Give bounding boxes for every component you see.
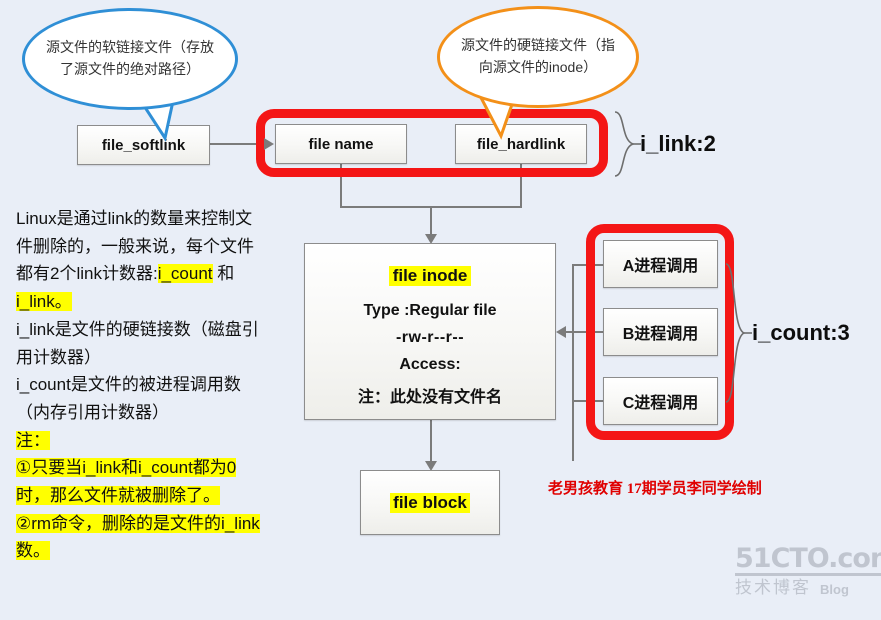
hardlink-callout-text: 源文件的硬链接文件（指向源文件的inode）: [461, 37, 615, 75]
note-2-text-b: 数。: [16, 541, 50, 561]
node-file-inode[interactable]: file inode Type :Regular file -rw-r--r--…: [304, 243, 556, 420]
watermark-cn: 技术博客: [735, 578, 811, 597]
note-2-line-a: ②rm命令，删除的是文件的i_link: [16, 510, 316, 538]
note-2-text-a: ②rm命令，删除的是文件的i_link: [16, 513, 260, 533]
explanation-line-4: i_link。: [16, 288, 316, 316]
softlink-callout-text: 源文件的软链接文件（存放了源文件的绝对路径）: [46, 39, 214, 77]
inline-i-count-highlight: i_count: [157, 264, 213, 284]
explanation-line-2: 件删除的，一般来说，每个文件: [16, 236, 254, 256]
note-1-text-a: ①只要当i_link和i_count都为0: [16, 458, 237, 478]
node-process-b-label: B进程调用: [622, 326, 699, 343]
node-file-name-label: file name: [308, 135, 374, 153]
note-label-line: 注：: [16, 427, 316, 455]
inode-type-line: Type :Regular file: [363, 302, 497, 319]
hardlink-callout: 源文件的硬链接文件（指向源文件的inode）: [437, 6, 639, 108]
i-count-brace: [725, 263, 752, 403]
explanation-text: Linux是通过link的数量来控制文 件删除的，一般来说，每个文件 都有2个l…: [16, 205, 316, 565]
note-1-line-a: ①只要当i_link和i_count都为0: [16, 454, 316, 482]
explanation-line-7: i_count是文件的被进程调用数: [16, 375, 241, 395]
diagram-canvas: 源文件的软链接文件（存放了源文件的绝对路径） 源文件的硬链接文件（指向源文件的i…: [0, 0, 881, 620]
explanation-line-8: （内存引用计数器）: [16, 402, 169, 422]
inode-title: file inode: [388, 266, 472, 286]
node-process-a[interactable]: A进程调用: [603, 240, 718, 288]
credit-text: 老男孩教育 17期学员李同学绘制: [548, 481, 762, 497]
note-2-line-b: 数。: [16, 537, 316, 565]
softlink-callout: 源文件的软链接文件（存放了源文件的绝对路径）: [22, 8, 238, 110]
explanation-line-3-prefix: 都有2个link计数器:: [16, 264, 158, 284]
inode-perm-line: -rw-r--r--: [395, 329, 465, 346]
node-process-c-label: C进程调用: [622, 395, 699, 412]
connector-inode-to-block: [430, 420, 432, 466]
explanation-line-3: 都有2个link计数器:i_count 和: [16, 260, 316, 288]
note-1-line-b: 时，那么文件就被删除了。: [16, 482, 316, 510]
inline-i-link-highlight: i_link。: [16, 292, 72, 312]
watermark-blog: Blog: [820, 582, 849, 597]
arrowhead-processes-to-inode: [556, 326, 566, 338]
watermark-subline: 技术博客 Blog: [735, 579, 881, 596]
inode-access-line: Access:: [399, 356, 461, 373]
note-1-text-b: 时，那么文件就被删除了。: [16, 486, 220, 506]
explanation-line-5: i_link是文件的硬链接数（磁盘引: [16, 319, 259, 339]
inline-and-text: 和: [212, 264, 235, 284]
node-file-block[interactable]: file block: [360, 470, 500, 535]
connector-process-bus: [572, 264, 574, 461]
explanation-line-6: 用计数器）: [16, 347, 101, 367]
inode-content: file inode Type :Regular file -rw-r--r--…: [305, 244, 555, 407]
inode-note-line: 注：此处没有文件名: [357, 389, 502, 406]
node-process-a-label: A进程调用: [622, 258, 699, 275]
node-file-name[interactable]: file name: [275, 124, 407, 164]
explanation-line-1: Linux是通过link的数量来控制文: [16, 209, 253, 228]
watermark-site: 51CTO.com: [735, 545, 881, 576]
node-file-block-label: file block: [390, 492, 470, 513]
i-count-label: i_count:3: [752, 320, 850, 345]
watermark: 51CTO.com 技术博客 Blog: [735, 545, 881, 596]
note-label: 注：: [16, 430, 50, 450]
i-link-label: i_link:2: [640, 131, 716, 156]
node-process-b[interactable]: B进程调用: [603, 308, 718, 356]
node-process-c[interactable]: C进程调用: [603, 377, 718, 425]
